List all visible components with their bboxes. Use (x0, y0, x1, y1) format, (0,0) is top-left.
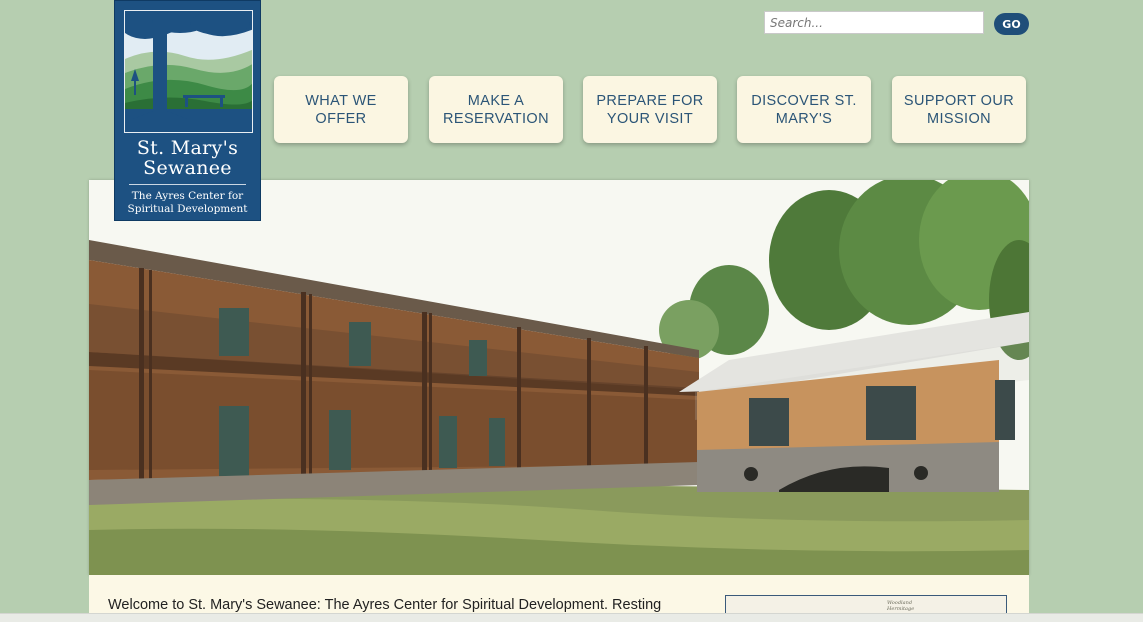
nav-label: PREPARE FOR YOUR VISIT (596, 92, 704, 127)
logo-title: St. Mary's Sewanee (115, 138, 260, 178)
logo-subtitle-line1: The Ayres Center for (131, 190, 244, 202)
nav-label: MAKE A RESERVATION (443, 92, 549, 127)
logo-title-line1: St. Mary's (136, 137, 239, 159)
logo-subtitle-line2: Spiritual Development (127, 203, 248, 215)
logo-tree-mountain-art (124, 10, 253, 133)
site-logo[interactable]: St. Mary's Sewanee The Ayres Center for … (114, 0, 261, 221)
logo-title-line2: Sewanee (143, 157, 232, 179)
map-thumbnail-label: Woodland Hermitage (887, 600, 915, 612)
nav-label: DISCOVER ST. MARY'S (751, 92, 857, 127)
welcome-text: Welcome to St. Mary's Sewanee: The Ayres… (108, 597, 662, 613)
nav-discover-st-marys[interactable]: DISCOVER ST. MARY'S (737, 76, 871, 143)
search-input[interactable] (764, 11, 984, 34)
nav-label: SUPPORT OUR MISSION (903, 92, 1015, 127)
logo-subtitle: The Ayres Center for Spiritual Developme… (115, 190, 260, 216)
nav-make-a-reservation[interactable]: MAKE A RESERVATION (429, 76, 563, 143)
hero-image (89, 180, 1029, 575)
browser-bottom-bar (0, 613, 1143, 622)
logo-divider (129, 184, 246, 185)
nav-what-we-offer[interactable]: WHAT WE OFFER (274, 76, 408, 143)
search-go-button[interactable]: GO (994, 13, 1029, 35)
nav-support-our-mission[interactable]: SUPPORT OUR MISSION (892, 76, 1026, 143)
nav-label: WHAT WE OFFER (305, 92, 377, 127)
nav-prepare-for-your-visit[interactable]: PREPARE FOR YOUR VISIT (583, 76, 717, 143)
